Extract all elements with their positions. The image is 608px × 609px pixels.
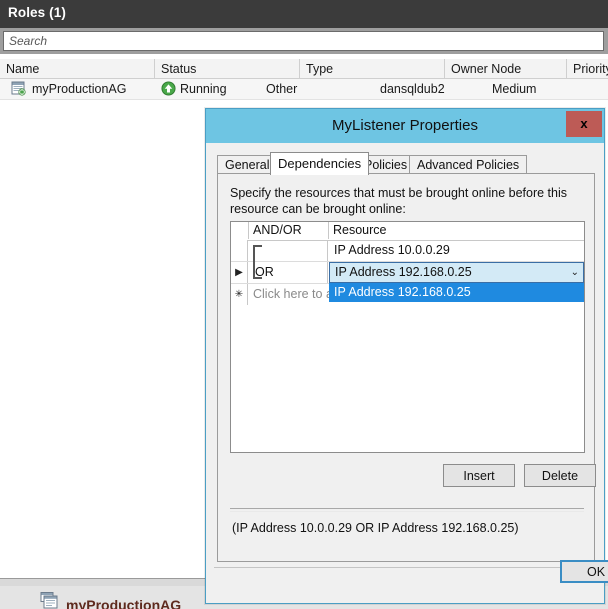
roles-pane-header: Roles (1) — [0, 0, 608, 29]
close-icon[interactable]: x — [566, 111, 602, 137]
column-header-owner-node[interactable]: Owner Node — [445, 59, 567, 79]
dependency-expression: (IP Address 10.0.0.29 OR IP Address 192.… — [232, 521, 519, 535]
dialog-title-bar[interactable]: MyListener Properties x — [206, 109, 604, 143]
column-header-priority[interactable]: Priority — [567, 59, 608, 79]
dependency-grid: AND/OR Resource IP Address 10.0.0.29 ▶ O… — [230, 221, 585, 453]
tab-strip: General Dependencies Policies Advanced P… — [217, 152, 595, 175]
insert-button[interactable]: Insert — [443, 464, 515, 487]
cluster-role-icon — [11, 81, 26, 96]
grid-header-andor[interactable]: AND/OR — [249, 222, 329, 239]
table-row[interactable]: ▶ OR IP Address 192.168.0.25 ⌄ — [231, 262, 584, 284]
column-header-status[interactable]: Status — [155, 59, 300, 79]
tab-general[interactable]: General — [217, 155, 278, 174]
row-selector[interactable] — [231, 240, 248, 261]
new-row-marker[interactable]: ✳ — [231, 284, 248, 305]
table-row[interactable]: myProductionAG Running Other dansqldub2 … — [0, 79, 608, 100]
table-row[interactable]: IP Address 10.0.0.29 — [231, 240, 584, 262]
resource-dropdown-list[interactable]: IP Address 192.168.0.25 — [329, 283, 584, 302]
instructions-text: Specify the resources that must be broug… — [230, 186, 567, 216]
search-bar — [0, 28, 608, 54]
cell-name: myProductionAG — [32, 82, 127, 96]
column-header-type[interactable]: Type — [300, 59, 445, 79]
app-window: Roles (1) Name Status Type Owner Node Pr… — [0, 0, 608, 609]
combobox-value: IP Address 192.168.0.25 — [335, 265, 472, 279]
details-pane-title: myProductionAG — [66, 597, 182, 609]
chevron-down-icon[interactable]: ⌄ — [571, 263, 579, 282]
divider — [214, 567, 604, 568]
cell-priority: Medium — [492, 82, 537, 96]
delete-button[interactable]: Delete — [524, 464, 596, 487]
mylistener-properties-dialog: MyListener Properties x General Dependen… — [205, 108, 608, 604]
dialog-body: General Dependencies Policies Advanced P… — [210, 143, 604, 600]
roles-table-header: Name Status Type Owner Node Priority Inf… — [0, 58, 608, 79]
grid-header-rowselector — [231, 222, 249, 239]
cell-resource[interactable]: IP Address 10.0.0.29 — [329, 240, 584, 261]
dependency-grid-header: AND/OR Resource — [231, 222, 584, 241]
page-title: Roles (1) — [8, 5, 66, 20]
running-green-arrow-icon — [161, 81, 176, 96]
row-selector-current[interactable]: ▶ — [231, 262, 248, 283]
divider — [230, 508, 584, 509]
divider — [230, 511, 584, 512]
dialog-title: MyListener Properties — [332, 117, 478, 134]
resource-combobox[interactable]: IP Address 192.168.0.25 ⌄ — [329, 262, 584, 283]
cell-owner-node: dansqldub2 — [380, 82, 445, 96]
dropdown-option[interactable]: IP Address 192.168.0.25 — [334, 284, 471, 301]
cluster-role-icon — [40, 592, 58, 609]
cell-type: Other — [266, 82, 298, 96]
ok-button[interactable]: OK — [560, 560, 608, 583]
tab-advanced-policies[interactable]: Advanced Policies — [409, 155, 528, 174]
cell-andor[interactable]: OR — [249, 262, 328, 283]
search-input[interactable] — [3, 31, 604, 51]
tab-dependencies[interactable]: Dependencies — [270, 152, 370, 175]
dependencies-tab-panel: Specify the resources that must be broug… — [217, 173, 596, 562]
grid-header-resource[interactable]: Resource — [329, 222, 584, 239]
column-header-name[interactable]: Name — [0, 59, 155, 79]
